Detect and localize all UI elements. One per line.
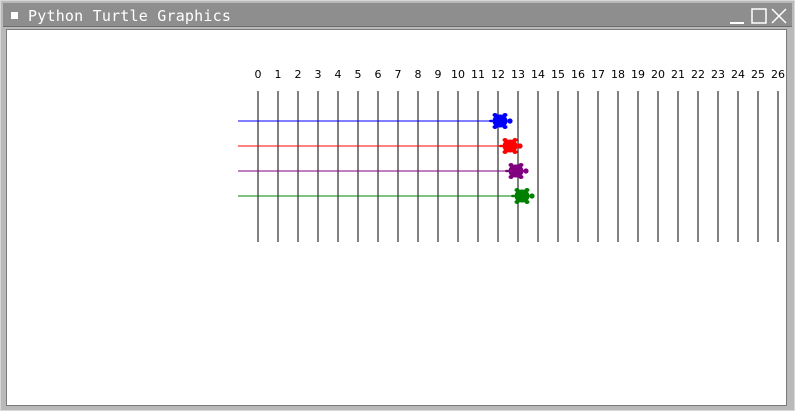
- turtle-2: [505, 163, 529, 179]
- track-tick-label: 14: [531, 68, 545, 81]
- close-icon[interactable]: [770, 7, 788, 25]
- track-tick-label: 13: [511, 68, 525, 81]
- minimize-icon[interactable]: [728, 7, 746, 25]
- track-tick-label: 2: [295, 68, 302, 81]
- track-tick-label: 11: [471, 68, 485, 81]
- maximize-icon[interactable]: [750, 7, 768, 25]
- track-tick-label: 17: [591, 68, 605, 81]
- track-tick-label: 3: [315, 68, 322, 81]
- turtle-canvas-area[interactable]: 0 1 2 3 4 5 6 7 8 9 10 11 12 13 14 15 16 17 18 19 20 21 22 23 24…: [6, 29, 787, 406]
- track-tick-label: 24: [731, 68, 745, 81]
- turtle-window: Python Turtle Graphics 0 1 2 3 4 5 6 7 8 9 10 11 12 1…: [0, 0, 795, 411]
- title-bar[interactable]: Python Turtle Graphics: [3, 3, 792, 27]
- track-tick-label: 12: [491, 68, 505, 81]
- turtle-1: [499, 138, 523, 154]
- track-tick-label: 5: [355, 68, 362, 81]
- track-tick-label: 23: [711, 68, 725, 81]
- track-tick-label: 22: [691, 68, 705, 81]
- turtle-0: [489, 113, 513, 129]
- window-menu-icon[interactable]: [11, 12, 18, 19]
- track-tick-label: 1: [275, 68, 282, 81]
- track-tick-label: 26: [771, 68, 785, 81]
- track-tick-label: 6: [375, 68, 382, 81]
- track-tick-label: 8: [415, 68, 422, 81]
- turtle-3: [511, 188, 535, 204]
- track-tick-label: 25: [751, 68, 765, 81]
- track-tick-label: 20: [651, 68, 665, 81]
- track-tick-label: 19: [631, 68, 645, 81]
- track-tick-label: 21: [671, 68, 685, 81]
- track-tick-label: 9: [435, 68, 442, 81]
- track-tick-label: 4: [335, 68, 342, 81]
- window-title: Python Turtle Graphics: [28, 7, 232, 25]
- track-tick-label: 15: [551, 68, 565, 81]
- track-tick-label: 7: [395, 68, 402, 81]
- track-tick-label: 0: [255, 68, 262, 81]
- track-tick-label: 10: [451, 68, 465, 81]
- track-tick-label: 18: [611, 68, 625, 81]
- track-tick-label: 16: [571, 68, 585, 81]
- turtle-canvas[interactable]: 0 1 2 3 4 5 6 7 8 9 10 11 12 13 14 15 16 17 18 19 20 21 22 23 24…: [7, 30, 786, 405]
